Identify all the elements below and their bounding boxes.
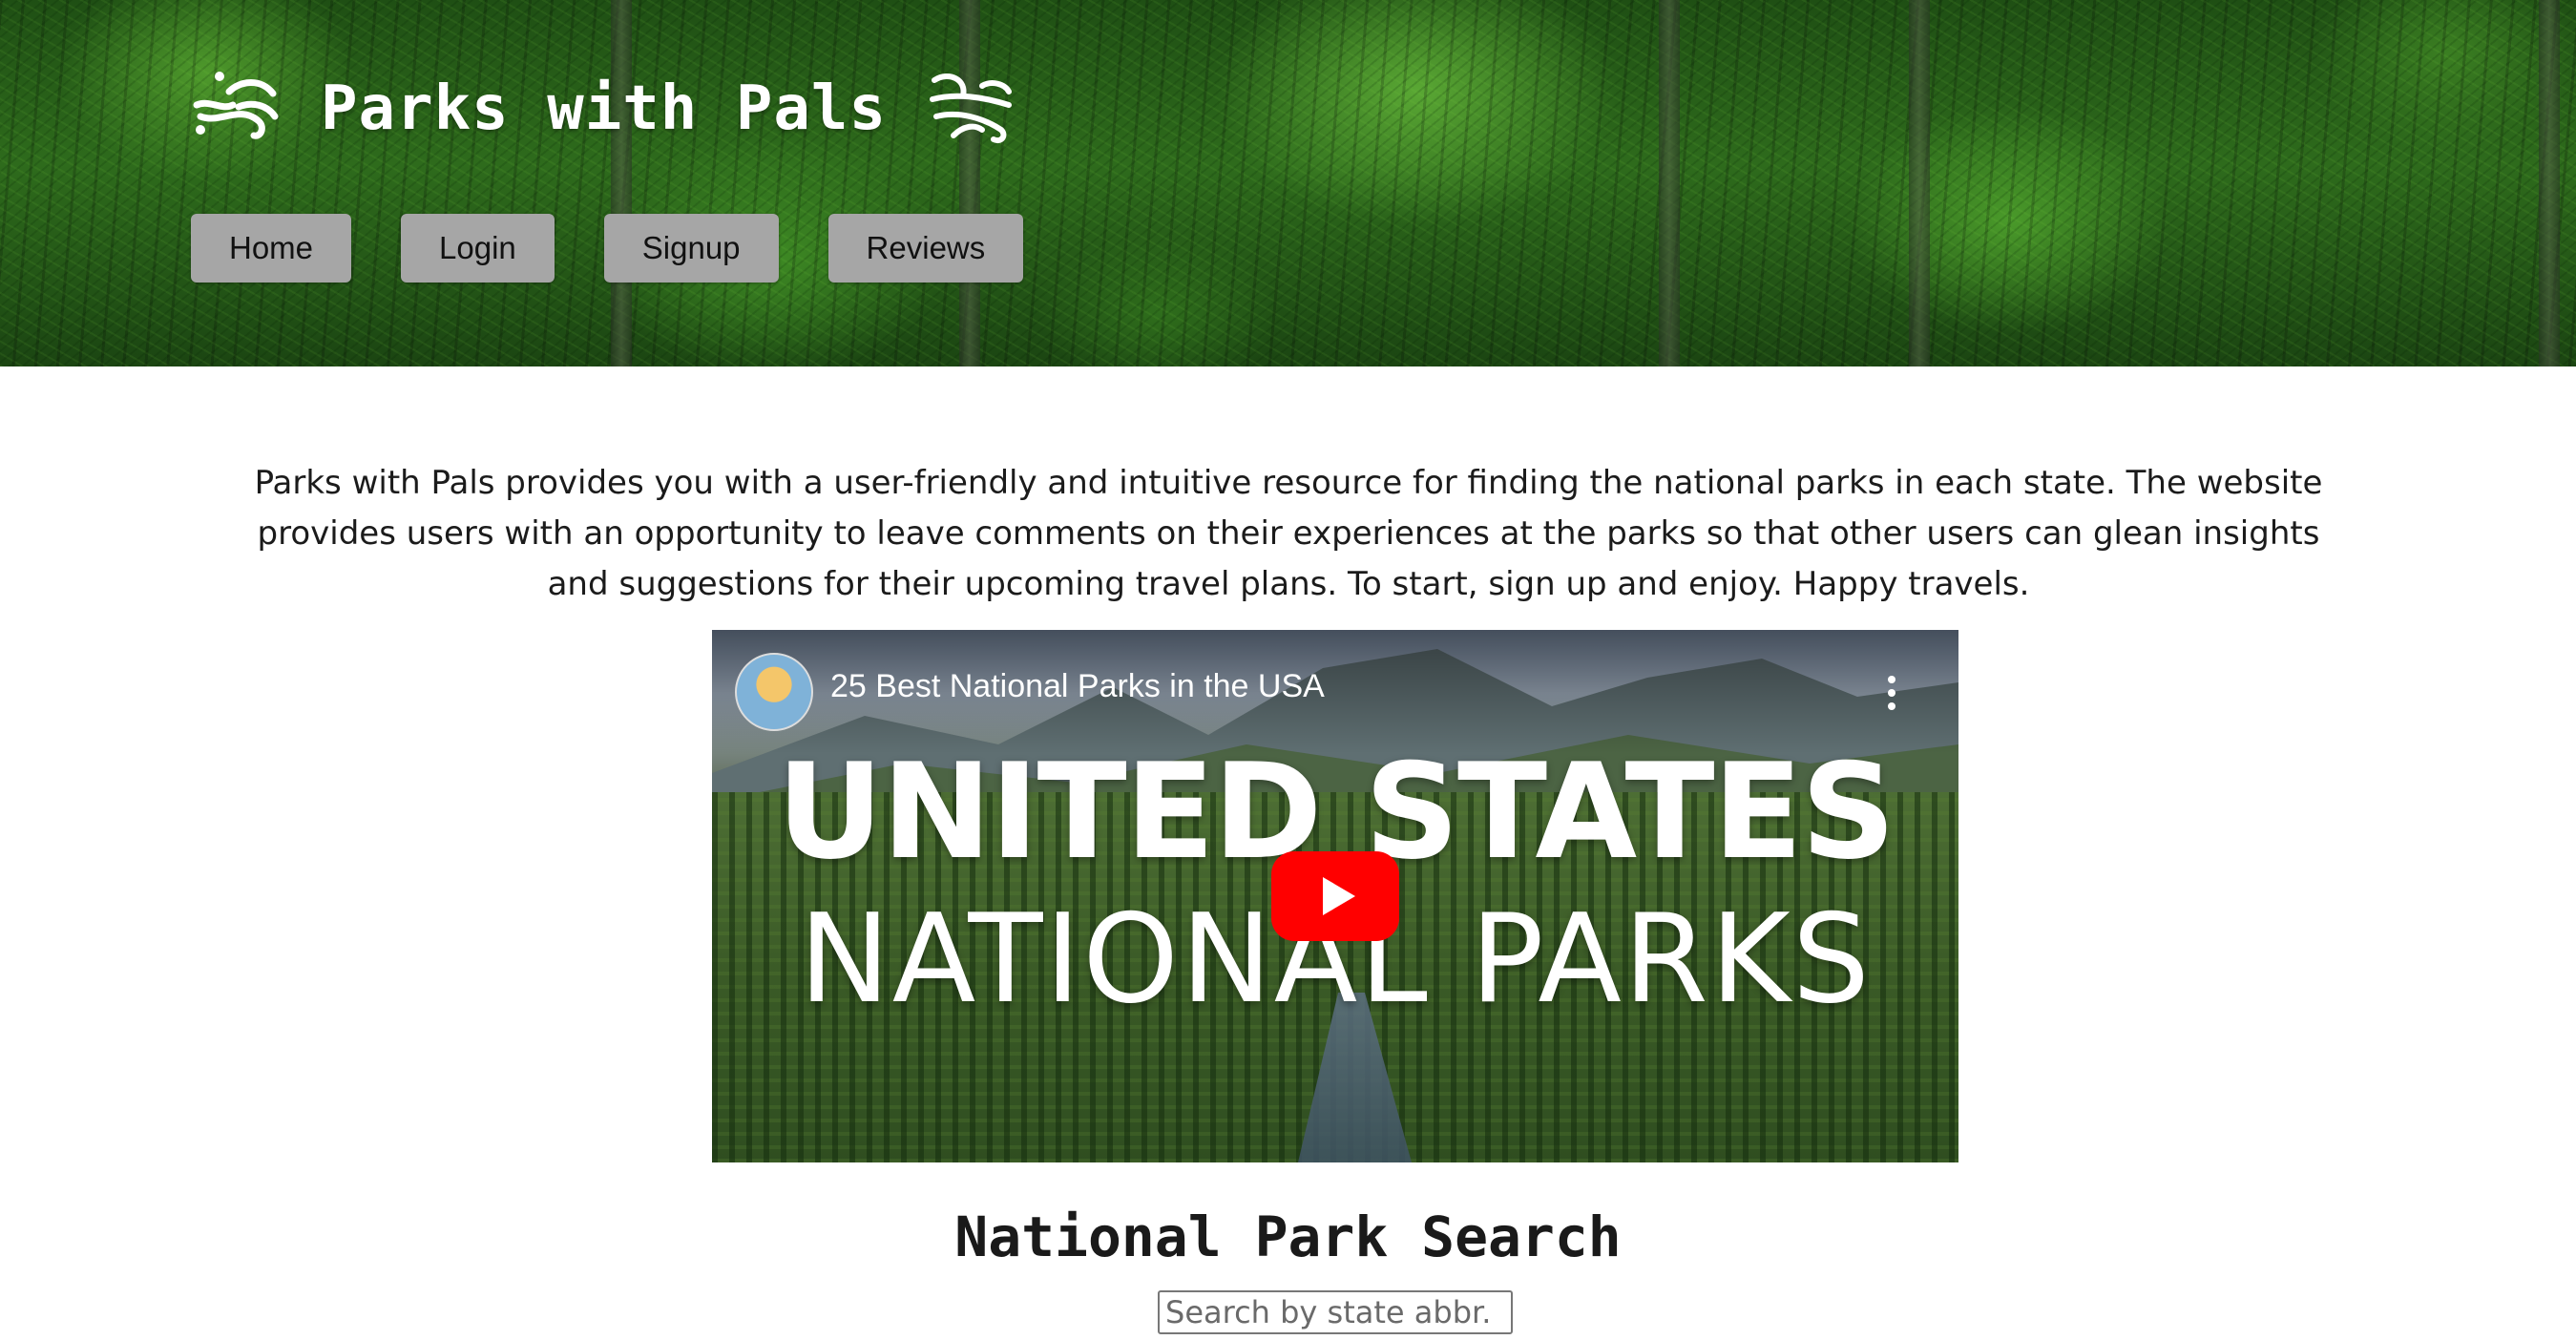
main-nav: Home Login Signup Reviews (191, 214, 1024, 283)
play-icon (1323, 877, 1355, 915)
brand: Parks with Pals (191, 67, 1016, 151)
play-button[interactable] (1271, 851, 1399, 941)
nav-reviews-button[interactable]: Reviews (827, 214, 1024, 283)
site-header: Parks with Pals Home Login Signup Review… (0, 0, 2576, 366)
intro-paragraph: Parks with Pals provides you with a user… (254, 464, 2323, 603)
state-search-input[interactable] (1158, 1290, 1513, 1334)
nav-signup-button[interactable]: Signup (603, 214, 779, 283)
site-title: Parks with Pals (321, 73, 887, 144)
video-embed[interactable]: 25 Best National Parks in the USA UNITED… (712, 630, 1958, 1162)
wind-swirl-icon (191, 67, 283, 151)
nav-home-button[interactable]: Home (191, 214, 352, 283)
nav-login-button[interactable]: Login (401, 214, 555, 283)
search-heading: National Park Search (954, 1204, 1622, 1269)
channel-avatar[interactable] (735, 653, 813, 731)
wind-swirl-icon (925, 67, 1016, 151)
more-options-icon[interactable] (1888, 676, 1895, 710)
forest-background (0, 0, 2576, 366)
video-title[interactable]: 25 Best National Parks in the USA (830, 668, 1325, 705)
